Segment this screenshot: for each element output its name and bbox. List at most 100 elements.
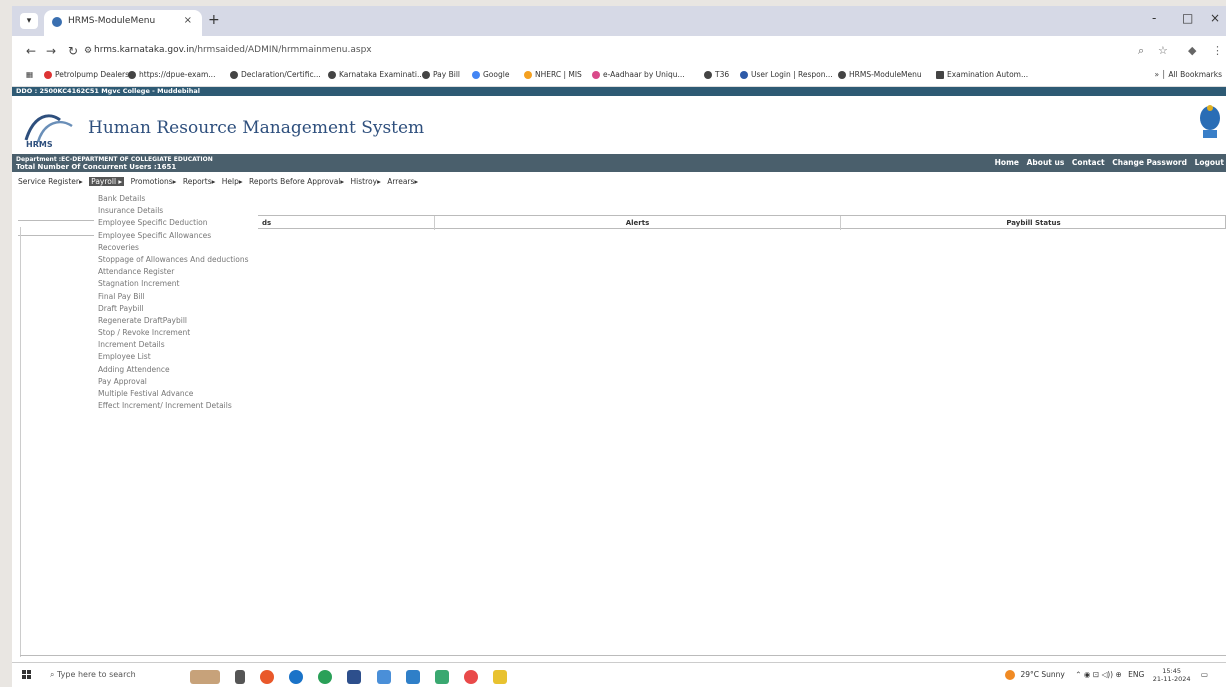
back-icon[interactable]: ← <box>26 44 36 58</box>
bookmark-item[interactable]: Petrolpump Dealers <box>44 70 129 79</box>
tray-icons[interactable]: ⌃ ◉ ⊡ ◁)) ⊕ <box>1075 670 1122 679</box>
minimize-button[interactable]: - <box>1152 11 1156 25</box>
bookmark-item[interactable]: e-Aadhaar by Uniqu... <box>592 70 685 79</box>
clock[interactable]: 15:45 21-11-2024 <box>1153 667 1191 683</box>
main-menu: Service Register▸ Payroll ▸ Promotions▸ … <box>18 177 422 189</box>
weather-icon <box>1005 670 1016 680</box>
site-info-icon[interactable]: ⚙ <box>84 46 92 56</box>
bookmark-item[interactable]: Karnataka Examinati... <box>328 70 424 79</box>
bookmark-item[interactable]: NHERC | MIS <box>524 70 582 79</box>
ddo-bar: DDO : 2500KC4162C51 Mgvc College - Mudde… <box>12 87 1226 96</box>
menu-histroy[interactable]: Histroy▸ <box>351 177 381 186</box>
url-field[interactable]: hrms.karnataka.gov.in/hrmsaided/ADMIN/hr… <box>94 45 372 55</box>
app-red-icon[interactable] <box>463 669 478 684</box>
bookmark-item[interactable]: Declaration/Certific... <box>230 70 321 79</box>
dropdown-item-insurance-details[interactable]: Insurance Details <box>98 205 258 217</box>
contact-link[interactable]: Contact <box>1072 158 1105 167</box>
home-link[interactable]: Home <box>995 158 1019 167</box>
forward-icon[interactable]: → <box>46 44 56 58</box>
task-view-icon[interactable] <box>235 669 246 684</box>
system-tray: 29°C Sunny ⌃ ◉ ⊡ ◁)) ⊕ ENG 15:45 21-11-20… <box>1005 667 1208 683</box>
bookmark-item[interactable]: HRMS-ModuleMenu <box>838 70 922 79</box>
system-title: Human Resource Management System <box>88 118 425 138</box>
menu-reports-before-approval[interactable]: Reports Before Approval▸ <box>249 177 344 186</box>
new-tab-button[interactable]: + <box>208 12 220 28</box>
page-bottom-border <box>20 655 1226 656</box>
dropdown-item-bank-details[interactable]: Bank Details <box>98 193 258 205</box>
about-us-link[interactable]: About us <box>1027 158 1065 167</box>
reload-icon[interactable]: ↻ <box>68 44 78 58</box>
browser-tab[interactable]: HRMS-ModuleMenu × <box>44 10 202 36</box>
dropdown-item-adding-attendence[interactable]: Adding Attendence <box>98 364 258 376</box>
dashboard-grid-header: ds Alerts Paybill Status <box>258 215 1226 230</box>
bookmark-item[interactable]: Pay Bill <box>422 70 460 79</box>
bookmark-item[interactable]: User Login | Respon... <box>740 70 833 79</box>
apps-icon[interactable]: ▦ <box>26 70 33 79</box>
header-banner: HRMS Human Resource Management System <box>12 96 1226 154</box>
dropdown-item-stop-revoke-increment[interactable]: Stop / Revoke Increment <box>98 327 258 339</box>
extension-icon[interactable]: ◆ <box>1188 44 1196 57</box>
dropdown-item-employee-specific-allowances[interactable]: Employee Specific Allowances <box>98 230 258 242</box>
language-indicator[interactable]: ENG <box>1128 670 1144 679</box>
menu-arrears[interactable]: Arrears▸ <box>387 177 418 186</box>
dropdown-item-attendance-register[interactable]: Attendance Register <box>98 266 258 278</box>
more-menu-icon[interactable]: ⋮ <box>1212 44 1223 57</box>
zoom-icon[interactable]: ⌕ <box>1138 44 1144 58</box>
bookmark-star-icon[interactable]: ☆ <box>1158 44 1168 57</box>
bookmark-item[interactable]: Google <box>472 70 509 79</box>
browser-window: ▾ HRMS-ModuleMenu × + - □ × ← → ↻ ⚙ hrms… <box>12 6 1226 662</box>
all-bookmarks-button[interactable]: » │ All Bookmarks <box>1155 70 1222 79</box>
site-favicon-icon <box>52 17 62 27</box>
dropdown-item-stoppage-allowances[interactable]: Stoppage of Allowances And deductions <box>98 254 258 266</box>
bookmark-item[interactable]: Examination Autom... <box>936 70 1028 79</box>
store-icon[interactable] <box>347 669 362 684</box>
bookmarks-bar: ▦ Petrolpump Dealers https://dpue-exam..… <box>12 66 1226 87</box>
menu-payroll[interactable]: Payroll ▸ <box>89 177 125 186</box>
dropdown-item-pay-approval[interactable]: Pay Approval <box>98 376 258 388</box>
weather-text[interactable]: 29°C Sunny <box>1020 670 1064 679</box>
menu-service-register[interactable]: Service Register▸ <box>18 177 83 186</box>
address-bar: ← → ↻ ⚙ hrms.karnataka.gov.in/hrmsaided/… <box>12 36 1226 66</box>
maximize-button[interactable]: □ <box>1182 11 1193 25</box>
mail-icon[interactable] <box>405 669 420 684</box>
folder-icon[interactable] <box>492 669 507 684</box>
dropdown-item-employee-specific-deduction[interactable]: Employee Specific Deduction <box>98 217 258 229</box>
dropdown-item-employee-list[interactable]: Employee List <box>98 351 258 363</box>
left-panel-box <box>18 220 94 236</box>
menu-promotions[interactable]: Promotions▸ <box>131 177 177 186</box>
taskbar-search-input[interactable]: ⌕ Type here to search <box>50 668 170 682</box>
hrms-logo-icon: HRMS <box>24 114 73 148</box>
tab-search-button[interactable]: ▾ <box>20 13 38 29</box>
chrome-alt-icon[interactable] <box>318 669 333 684</box>
widgets-icon[interactable] <box>190 669 220 684</box>
tab-close-icon[interactable]: × <box>184 15 192 26</box>
edge-icon[interactable] <box>289 669 304 684</box>
windows-start-icon[interactable] <box>22 670 32 680</box>
chrome-icon[interactable] <box>260 669 275 684</box>
logout-link[interactable]: Logout <box>1195 158 1224 167</box>
notifications-icon[interactable]: ▭ <box>1201 670 1208 679</box>
app-icon[interactable] <box>434 669 449 684</box>
tab-strip: ▾ HRMS-ModuleMenu × + - □ × <box>12 6 1226 36</box>
bookmark-item[interactable]: T36 <box>704 70 729 79</box>
concurrent-users-label: Total Number Of Concurrent Users :1651 <box>16 163 177 171</box>
left-border-line <box>20 227 21 657</box>
bookmark-item[interactable]: https://dpue-exam... <box>128 70 215 79</box>
menu-help[interactable]: Help▸ <box>222 177 243 186</box>
dropdown-item-recoveries[interactable]: Recoveries <box>98 242 258 254</box>
dropdown-item-effect-increment[interactable]: Effect Increment/ Increment Details <box>98 400 258 412</box>
change-password-link[interactable]: Change Password <box>1112 158 1187 167</box>
taskbar-apps <box>190 666 517 684</box>
dropdown-item-draft-paybill[interactable]: Draft Paybill <box>98 303 258 315</box>
dropdown-item-final-pay-bill[interactable]: Final Pay Bill <box>98 291 258 303</box>
dropdown-item-stagnation-increment[interactable]: Stagnation Increment <box>98 278 258 290</box>
dropdown-item-regenerate-draft-paybill[interactable]: Regenerate DraftPaybill <box>98 315 258 327</box>
menu-reports[interactable]: Reports▸ <box>183 177 216 186</box>
grid-col-header: ds <box>262 219 272 227</box>
file-explorer-icon[interactable] <box>376 669 391 684</box>
tab-title: HRMS-ModuleMenu <box>68 16 156 26</box>
dropdown-item-increment-details[interactable]: Increment Details <box>98 339 258 351</box>
close-window-button[interactable]: × <box>1210 11 1220 25</box>
dropdown-item-multiple-festival-advance[interactable]: Multiple Festival Advance <box>98 388 258 400</box>
state-emblem-icon <box>1200 105 1220 138</box>
